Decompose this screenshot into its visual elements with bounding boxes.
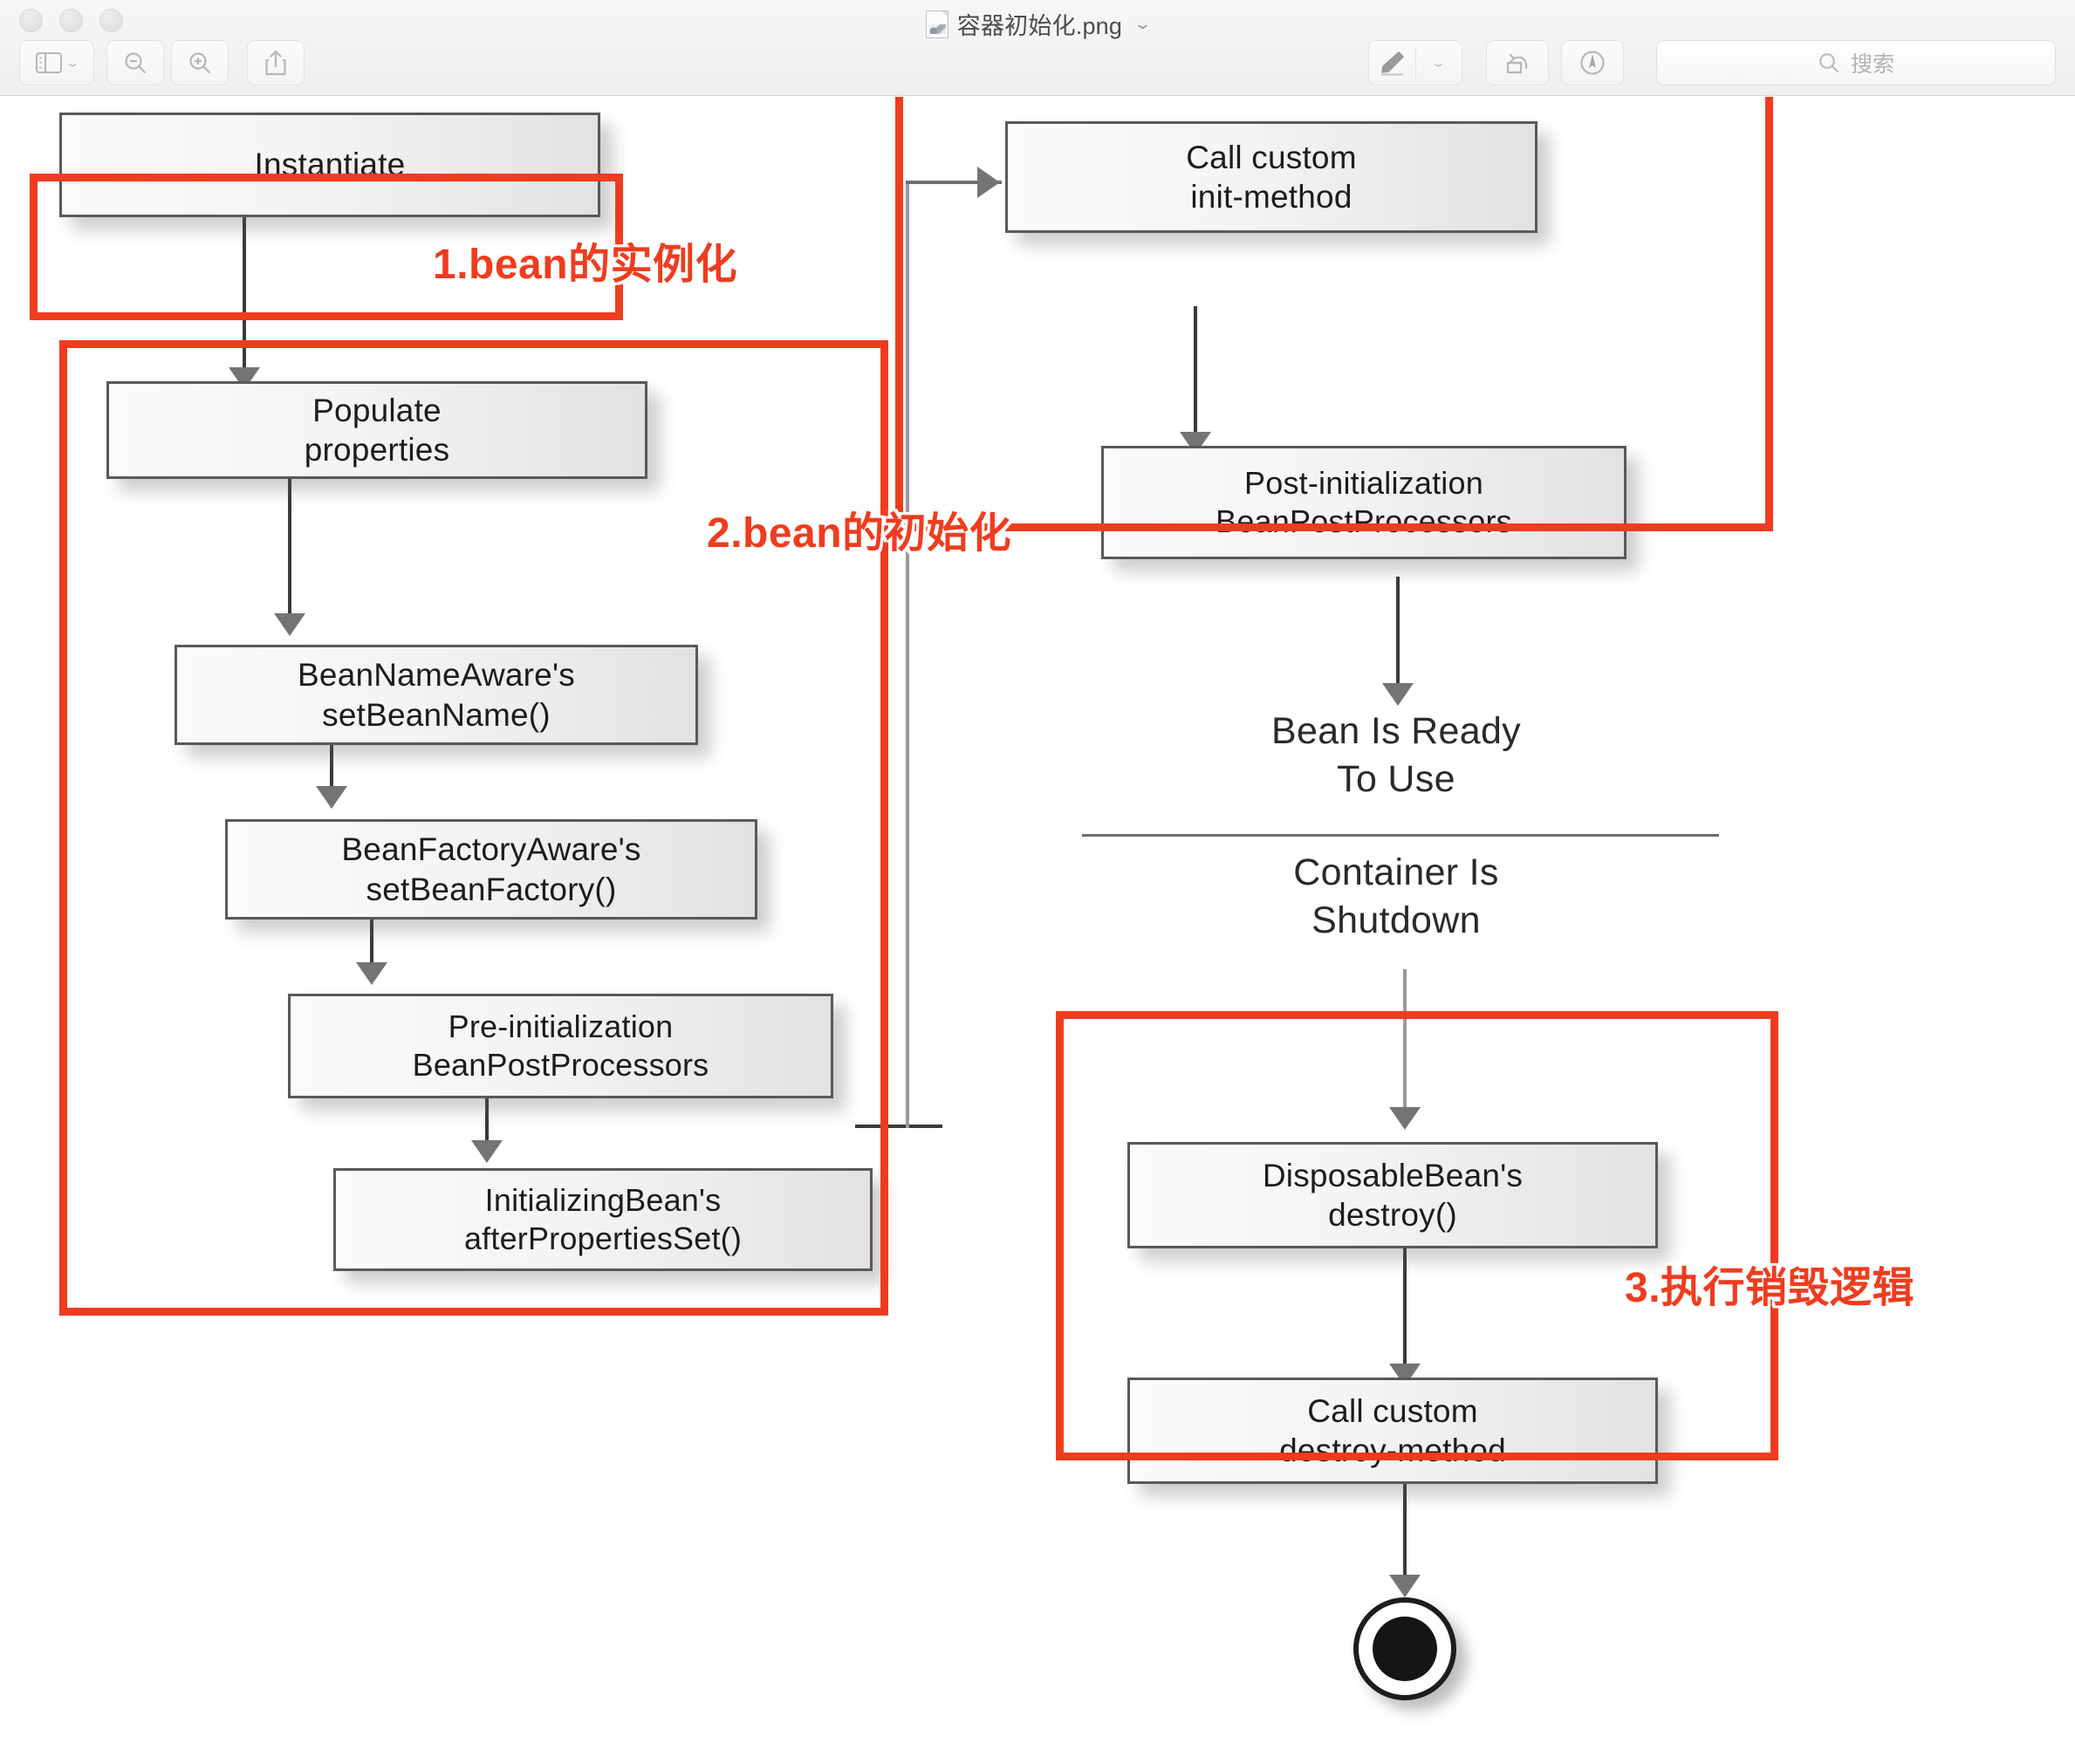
annotation-rect-2b	[895, 97, 1773, 531]
annotation-rect-2	[59, 340, 888, 1316]
search-placeholder: 搜索	[1850, 52, 1894, 77]
markup-pen-target[interactable]	[1369, 50, 1415, 76]
annotation-label-2: 2.bean的初始化	[707, 510, 1012, 557]
search-icon	[1818, 51, 1840, 74]
zoom-in-icon	[187, 50, 213, 76]
zoom-in-button[interactable]	[171, 40, 229, 85]
zoom-out-icon	[122, 50, 148, 76]
chevron-down-icon[interactable]: ⌄	[1133, 15, 1153, 33]
markup-options-target[interactable]: ⌄	[1416, 55, 1462, 71]
divider	[1082, 834, 1719, 837]
search-input[interactable]: 搜索	[1656, 40, 2056, 85]
connector-postinit-to-ready	[1396, 577, 1400, 699]
window-titlebar: 容器初始化.png ⌄ ⌄ ⌄ 搜索	[0, 0, 2075, 96]
image-canvas[interactable]: Instantiate Populate properties BeanName…	[0, 97, 2075, 1764]
share-icon	[264, 50, 287, 76]
sidebar-toggle-button[interactable]: ⌄	[19, 40, 94, 85]
arrowhead	[1382, 683, 1414, 706]
arrowhead	[1389, 1575, 1421, 1597]
end-state-node	[1353, 1597, 1456, 1700]
markup-button[interactable]: ⌄	[1368, 40, 1462, 85]
label-bean-is-ready: Bean Is Ready To Use	[1271, 710, 1521, 801]
sidebar-icon	[36, 52, 62, 73]
document-title-group[interactable]: 容器初始化.png ⌄	[0, 7, 2075, 41]
rotate-left-icon	[1503, 50, 1531, 76]
connector-destroymethod-to-end	[1403, 1484, 1407, 1587]
annotation-rect-3	[1056, 1011, 1778, 1460]
annotation-label-1: 1.bean的实例化	[433, 242, 738, 288]
document-title: 容器初始化.png	[956, 13, 1123, 39]
chevron-down-icon[interactable]: ⌄	[1431, 56, 1447, 70]
annotation-label-3: 3.执行销毁逻辑	[1625, 1265, 1915, 1311]
preview-window: 容器初始化.png ⌄ ⌄ ⌄ 搜索 Instantiate Populate …	[0, 0, 2075, 1764]
label-container-is-shutdown: Container Is Shutdown	[1293, 851, 1499, 942]
chevron-down-icon[interactable]: ⌄	[65, 56, 80, 70]
annotate-icon	[1579, 49, 1606, 77]
share-button[interactable]	[247, 40, 305, 85]
rotate-button[interactable]	[1486, 40, 1549, 85]
markup-pen-icon	[1378, 50, 1406, 76]
zoom-out-button[interactable]	[106, 40, 164, 85]
image-file-icon	[925, 10, 948, 38]
annotate-button[interactable]	[1561, 40, 1624, 85]
